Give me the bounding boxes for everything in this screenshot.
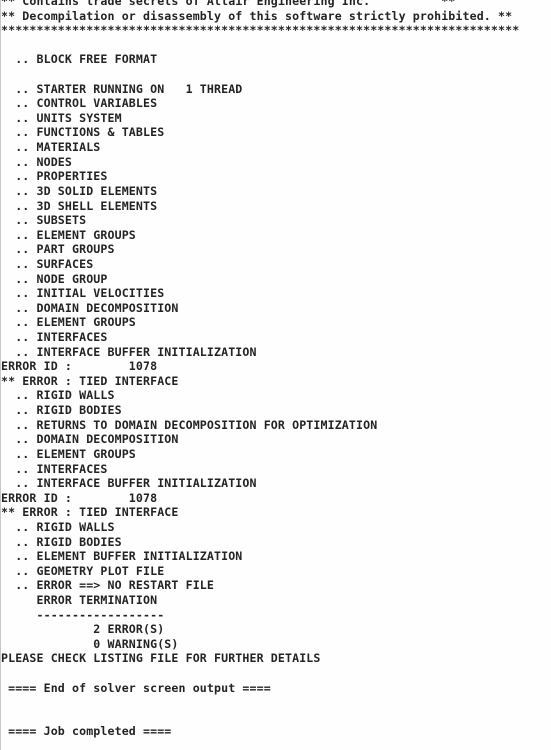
console-line: .. RETURNS TO DOMAIN DECOMPOSITION FOR O… xyxy=(1,417,378,432)
console-line: .. RIGID WALLS xyxy=(1,388,115,403)
console-line: .. ELEMENT GROUPS xyxy=(1,446,136,461)
console-line: ** Contains trade secrets of Altair Engi… xyxy=(1,0,456,8)
console-line: .. CONTROL VARIABLES xyxy=(1,96,158,111)
console-line: .. SURFACES xyxy=(1,256,94,271)
console-line: .. INTERFACES xyxy=(1,461,108,476)
console-line: .. INTERFACE BUFFER INITIALIZATION xyxy=(1,476,257,491)
console-line: .. PROPERTIES xyxy=(1,169,108,184)
console-line: .. PART GROUPS xyxy=(1,242,115,257)
console-line: .. NODES xyxy=(1,154,73,169)
console-line: .. ELEMENT GROUPS xyxy=(1,227,136,242)
console-line: ERROR TERMINATION xyxy=(1,592,158,607)
console-line: .. RIGID BODIES xyxy=(1,403,122,418)
console-line: .. UNITS SYSTEM xyxy=(1,110,122,125)
console-line: .. SUBSETS xyxy=(1,213,87,228)
console-line: .. BLOCK FREE FORMAT xyxy=(1,52,158,67)
console-line: .. 3D SOLID ELEMENTS xyxy=(1,183,158,198)
console-line: ------------------ xyxy=(1,607,165,622)
console-line: ==== End of solver screen output ==== xyxy=(1,680,271,695)
console-line: 2 ERROR(S) xyxy=(1,622,165,637)
console-line: .. DOMAIN DECOMPOSITION xyxy=(1,432,179,447)
console-line: .. RIGID BODIES xyxy=(1,534,122,549)
console-output-text[interactable]: ** Contains trade secrets of Altair Engi… xyxy=(1,0,551,739)
console-line: ==== Job completed ==== xyxy=(1,724,172,739)
console-line: ** ERROR : TIED INTERFACE xyxy=(1,505,179,520)
solver-console-window[interactable]: ** Contains trade secrets of Altair Engi… xyxy=(0,0,551,750)
console-line: .. STARTER RUNNING ON 1 THREAD xyxy=(1,81,243,96)
console-line: .. NODE GROUP xyxy=(1,271,108,286)
console-line: ERROR ID : 1078 xyxy=(1,490,158,505)
console-line: .. INTERFACES xyxy=(1,330,108,345)
console-line: .. ELEMENT BUFFER INITIALIZATION xyxy=(1,549,243,564)
console-line: .. MATERIALS xyxy=(1,140,101,155)
console-line: ** ERROR : TIED INTERFACE xyxy=(1,373,179,388)
console-line: .. RIGID WALLS xyxy=(1,519,115,534)
console-line: .. INITIAL VELOCITIES xyxy=(1,286,165,301)
console-line: ****************************************… xyxy=(1,23,520,38)
console-line: .. ERROR ==> NO RESTART FILE xyxy=(1,578,215,593)
console-line: .. FUNCTIONS & TABLES xyxy=(1,125,165,140)
console-line: 0 WARNING(S) xyxy=(1,636,179,651)
console-line: .. DOMAIN DECOMPOSITION xyxy=(1,300,179,315)
console-line: .. 3D SHELL ELEMENTS xyxy=(1,198,158,213)
console-line: ERROR ID : 1078 xyxy=(1,359,158,374)
console-line: .. INTERFACE BUFFER INITIALIZATION xyxy=(1,344,257,359)
console-line: ** Decompilation or disassembly of this … xyxy=(1,8,513,23)
console-line: .. GEOMETRY PLOT FILE xyxy=(1,563,165,578)
console-line: .. ELEMENT GROUPS xyxy=(1,315,136,330)
console-line: PLEASE CHECK LISTING FILE FOR FURTHER DE… xyxy=(1,651,321,666)
